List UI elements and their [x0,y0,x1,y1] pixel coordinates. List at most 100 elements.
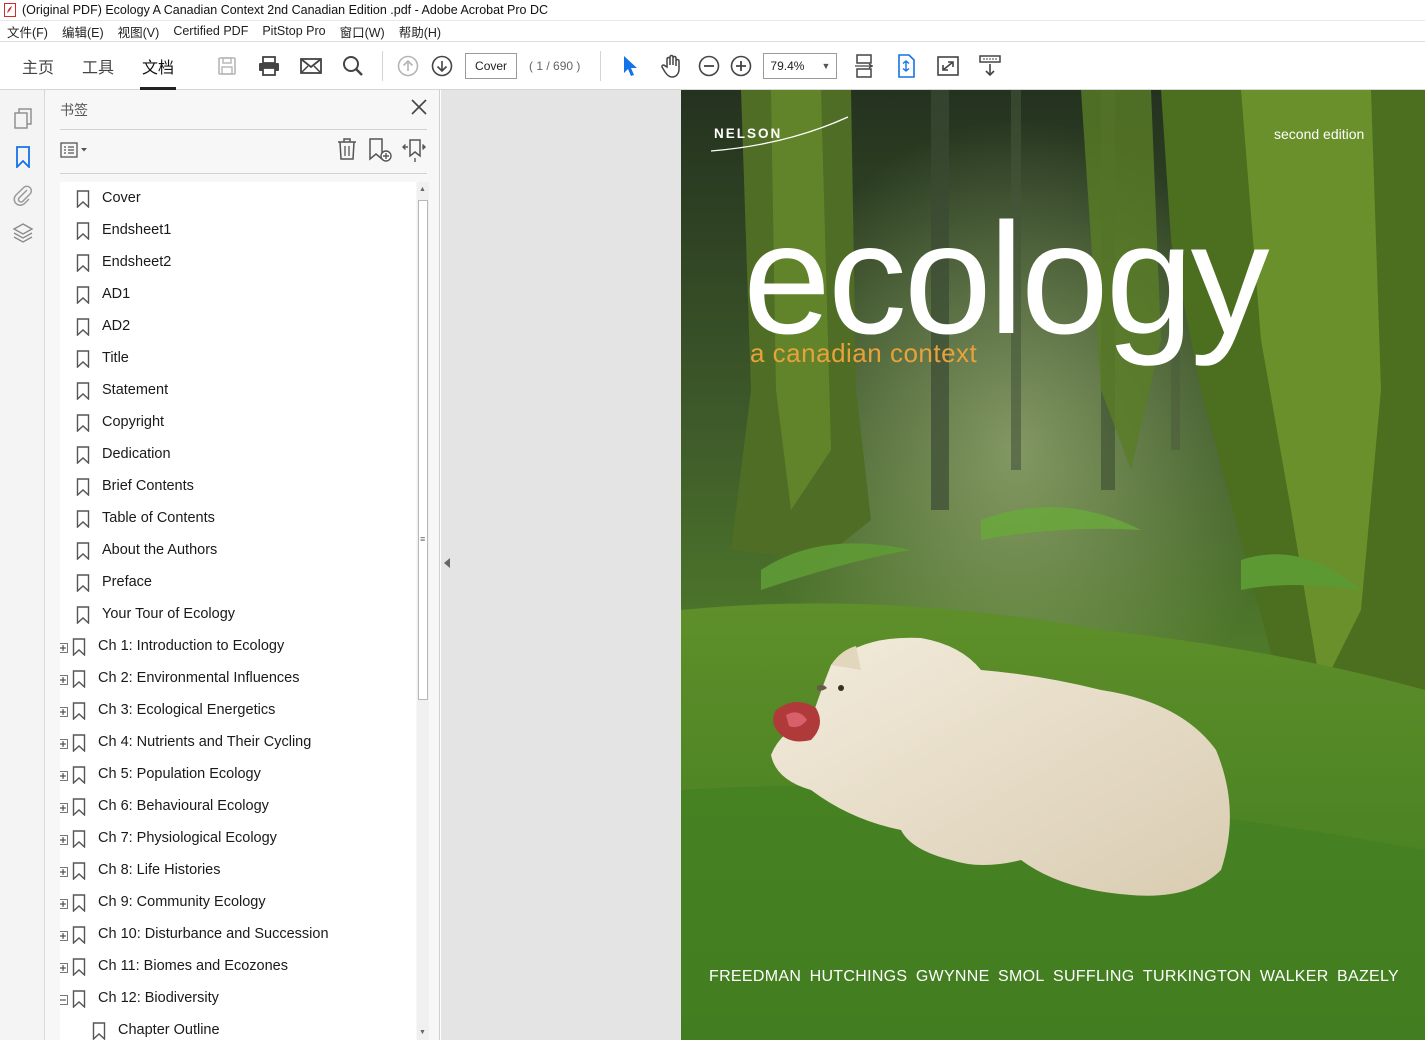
bookmark-label: Ch 4: Nutrients and Their Cycling [98,734,312,750]
bookmark-icon [72,766,86,785]
bookmark-item[interactable]: About the Authors [60,534,416,566]
bookmark-item[interactable]: Statement [60,374,416,406]
bookmark-icon [76,510,90,529]
bookmark-item[interactable]: Dedication [60,438,416,470]
bookmark-item[interactable]: Endsheet1 [60,214,416,246]
bookmark-options-menu[interactable] [60,142,90,163]
bookmark-item[interactable]: Ch 5: Population Ecology [60,758,416,790]
attachments-icon[interactable] [0,176,45,214]
bookmark-item[interactable]: Title [60,342,416,374]
bookmark-item[interactable]: Ch 4: Nutrients and Their Cycling [60,726,416,758]
bookmark-item[interactable]: Ch 1: Introduction to Ecology [60,630,416,662]
bookmark-item[interactable]: Ch 7: Physiological Ecology [60,822,416,854]
expand-toggle-icon[interactable] [60,641,68,653]
bookmark-icon [72,830,86,849]
bookmark-item[interactable]: Brief Contents [60,470,416,502]
fit-page-icon[interactable] [885,42,927,90]
collapse-toggle-icon[interactable] [60,993,68,1005]
bookmark-item[interactable]: Chapter Outline [60,1014,416,1040]
previous-page-icon[interactable] [391,42,425,90]
email-icon[interactable] [290,42,332,90]
cover-author: HUTCHINGS [809,968,908,985]
bookmark-icon [76,414,90,433]
bookmark-item[interactable]: AD2 [60,310,416,342]
scroll-down-icon[interactable]: ▼ [419,1029,426,1036]
expand-toggle-icon[interactable] [60,929,68,941]
scroll-up-icon[interactable]: ▲ [419,186,426,193]
menu-edit[interactable]: 编辑(E) [55,22,111,41]
menu-help[interactable]: 帮助(H) [392,22,448,41]
menu-view[interactable]: 视图(V) [111,22,167,41]
bookmark-icon [72,638,86,657]
expand-toggle-icon[interactable] [60,801,68,813]
zoom-level-select[interactable]: 79.4% ▼ [763,52,838,79]
delete-bookmark-icon[interactable] [335,137,359,168]
collapse-panel-icon[interactable] [444,558,450,568]
page-count: ( 1 / 690 ) [529,58,581,73]
bookmark-item[interactable]: Endsheet2 [60,246,416,278]
bookmark-item[interactable]: AD1 [60,278,416,310]
expand-toggle-icon[interactable] [60,897,68,909]
bookmark-item[interactable]: Ch 8: Life Histories [60,854,416,886]
cover-subtitle: a canadian context [750,338,978,368]
menu-file[interactable]: 文件(F) [0,22,55,41]
expand-toggle-icon[interactable] [60,737,68,749]
cover-edition: second edition [1274,126,1365,142]
close-icon[interactable] [411,99,427,120]
bookmark-scrollbar[interactable]: ▲ ≡ ▼ [417,182,429,1040]
layers-icon[interactable] [0,214,45,252]
bookmark-item[interactable]: Copyright [60,406,416,438]
full-screen-icon[interactable] [927,42,969,90]
save-icon[interactable] [206,42,248,90]
bookmarks-icon[interactable] [0,138,45,176]
expand-toggle-icon[interactable] [60,673,68,685]
select-cursor-icon[interactable] [609,42,651,90]
bookmark-item[interactable]: Cover [60,182,416,214]
next-page-icon[interactable] [425,42,459,90]
tab-document[interactable]: 文档 [128,42,188,90]
bookmark-icon [72,798,86,817]
expand-toggle-icon[interactable] [60,865,68,877]
bookmark-icon [72,990,86,1009]
scrollbar-thumb[interactable] [418,200,428,700]
page-number-input[interactable]: Cover [465,52,518,79]
expand-toggle-icon[interactable] [60,961,68,973]
scroll-mode-icon[interactable] [843,42,885,90]
bookmark-icon [72,958,86,977]
page-thumbnails-icon[interactable] [0,100,45,138]
zoom-in-icon[interactable] [725,42,757,90]
bookmark-icon [76,318,90,337]
bookmark-label: Copyright [102,414,165,430]
bookmark-label: Ch 7: Physiological Ecology [98,830,277,846]
bookmark-item[interactable]: Ch 11: Biomes and Ecozones [60,950,416,982]
expand-toggle-icon[interactable] [60,705,68,717]
menu-certified-pdf[interactable]: Certified PDF [166,24,255,38]
bookmark-icon [76,606,90,625]
hand-tool-icon[interactable] [651,42,693,90]
expand-toggle-icon[interactable] [60,769,68,781]
bookmarks-panel: 书签 Cover Endsheet1 Endsheet2 AD1 AD2 Title Sta… [45,90,440,1040]
bookmark-icon [76,222,90,241]
bookmark-label: Ch 12: Biodiversity [98,990,219,1006]
print-icon[interactable] [248,42,290,90]
bookmark-item[interactable]: Ch 12: Biodiversity [60,982,416,1014]
tab-tools[interactable]: 工具 [68,42,128,90]
new-bookmark-icon[interactable] [367,137,393,168]
bookmark-item[interactable]: Ch 3: Ecological Energetics [60,694,416,726]
bookmark-item[interactable]: Ch 6: Behavioural Ecology [60,790,416,822]
tab-home[interactable]: 主页 [8,42,68,90]
bookmark-item[interactable]: Ch 10: Disturbance and Succession [60,918,416,950]
bookmark-label: Chapter Outline [118,1022,220,1038]
expand-bookmark-icon[interactable] [401,137,427,168]
bookmark-item[interactable]: Your Tour of Ecology [60,598,416,630]
bookmark-item[interactable]: Ch 9: Community Ecology [60,886,416,918]
bookmark-item[interactable]: Ch 2: Environmental Influences [60,662,416,694]
bookmark-item[interactable]: Preface [60,566,416,598]
search-icon[interactable] [332,42,374,90]
expand-toggle-icon[interactable] [60,833,68,845]
zoom-out-icon[interactable] [693,42,725,90]
menu-window[interactable]: 窗口(W) [333,22,392,41]
bookmark-item[interactable]: Table of Contents [60,502,416,534]
read-mode-icon[interactable] [969,42,1011,90]
menu-pitstop-pro[interactable]: PitStop Pro [255,24,332,38]
